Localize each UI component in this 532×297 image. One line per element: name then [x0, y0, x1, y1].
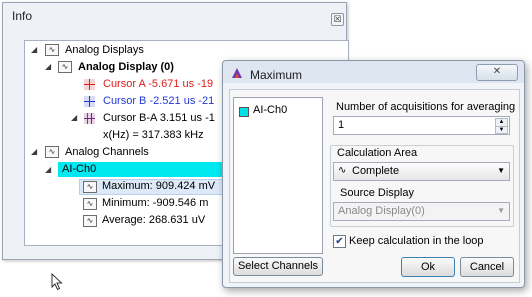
wave-icon: ∿	[83, 198, 97, 210]
acquisitions-label: Number of acquisitions for averaging	[336, 101, 516, 113]
checkbox-icon[interactable]: ✔	[333, 235, 346, 248]
calculation-area-label: Calculation Area	[337, 147, 418, 159]
tree-expand-arrow-icon[interactable]: ◢	[31, 45, 37, 54]
maximum-dialog: Maximum ✕ AI-Ch0 Select Channels Number …	[222, 60, 525, 288]
ok-button[interactable]: Ok	[401, 257, 455, 277]
chevron-down-icon[interactable]: ▼	[497, 166, 505, 175]
channel-list-item[interactable]: AI-Ch0	[253, 104, 287, 116]
acquisitions-value: 1	[338, 119, 345, 131]
dialog-app-icon	[232, 68, 242, 78]
wave-icon: ∿	[338, 165, 347, 176]
acquisitions-spinbox[interactable]: 1 ▲ ▼	[333, 116, 510, 135]
close-icon[interactable]: ✕	[476, 64, 518, 81]
tree-item-minimum[interactable]: Minimum: -909.546 m	[102, 196, 208, 210]
channel-list[interactable]: AI-Ch0	[233, 97, 323, 254]
wave-icon: ∿	[83, 215, 97, 227]
tree-item-ai-ch0[interactable]: AI-Ch0	[62, 162, 96, 176]
mouse-pointer-icon	[51, 273, 63, 291]
tree-item-analog-displays[interactable]: Analog Displays	[65, 43, 144, 57]
spin-down-icon[interactable]: ▼	[495, 126, 508, 134]
wave-icon: ∿	[58, 61, 72, 73]
tree-item-average[interactable]: Average: 268.631 uV	[102, 213, 205, 227]
tree-item-cursor-ba[interactable]: Cursor B-A 3.151 us -1	[103, 111, 215, 125]
tree-item-analog-display-0[interactable]: Analog Display (0)	[78, 60, 174, 74]
calculation-area-value: Complete	[352, 165, 400, 177]
tree-expand-arrow-icon[interactable]: ◢	[45, 165, 51, 174]
wave-icon: ∿	[83, 181, 97, 193]
cursor-icon	[84, 113, 95, 124]
select-channels-button[interactable]: Select Channels	[233, 257, 323, 276]
tree-expand-arrow-icon[interactable]: ◢	[31, 147, 37, 156]
tree-item-cursor-a[interactable]: Cursor A -5.671 us -19	[103, 77, 213, 91]
tree-item-frequency: x(Hz) = 317.383 kHz	[103, 129, 204, 141]
cursor-icon	[84, 96, 95, 107]
info-window-title: Info	[12, 9, 33, 23]
cursor-icon	[84, 79, 95, 90]
wave-icon: ∿	[45, 146, 59, 158]
tree-item-maximum[interactable]: Maximum: 909.424 mV	[102, 179, 215, 193]
keep-calculation-label[interactable]: Keep calculation in the loop	[349, 235, 484, 247]
tree-expand-arrow-icon[interactable]: ◢	[71, 113, 77, 122]
source-display-label: Source Display	[340, 187, 414, 199]
cancel-button[interactable]: Cancel	[460, 257, 514, 277]
source-display-select[interactable]: Analog Display(0) ▼	[333, 202, 510, 221]
tree-item-cursor-b[interactable]: Cursor B -2.521 us -21	[103, 94, 214, 108]
dialog-title: Maximum	[250, 68, 303, 82]
calculation-area-select[interactable]: ∿ Complete ▼	[333, 162, 510, 181]
tree-item-analog-channels[interactable]: Analog Channels	[65, 145, 149, 159]
source-display-value: Analog Display(0)	[338, 205, 425, 217]
dialog-body: AI-Ch0 Select Channels Number of acquisi…	[229, 89, 520, 283]
close-icon[interactable]: ☒	[331, 13, 344, 26]
chevron-down-icon[interactable]: ▼	[497, 206, 505, 215]
tree-expand-arrow-icon[interactable]: ◢	[45, 62, 51, 71]
wave-icon: ∿	[45, 44, 59, 56]
channel-color-swatch	[239, 107, 249, 117]
